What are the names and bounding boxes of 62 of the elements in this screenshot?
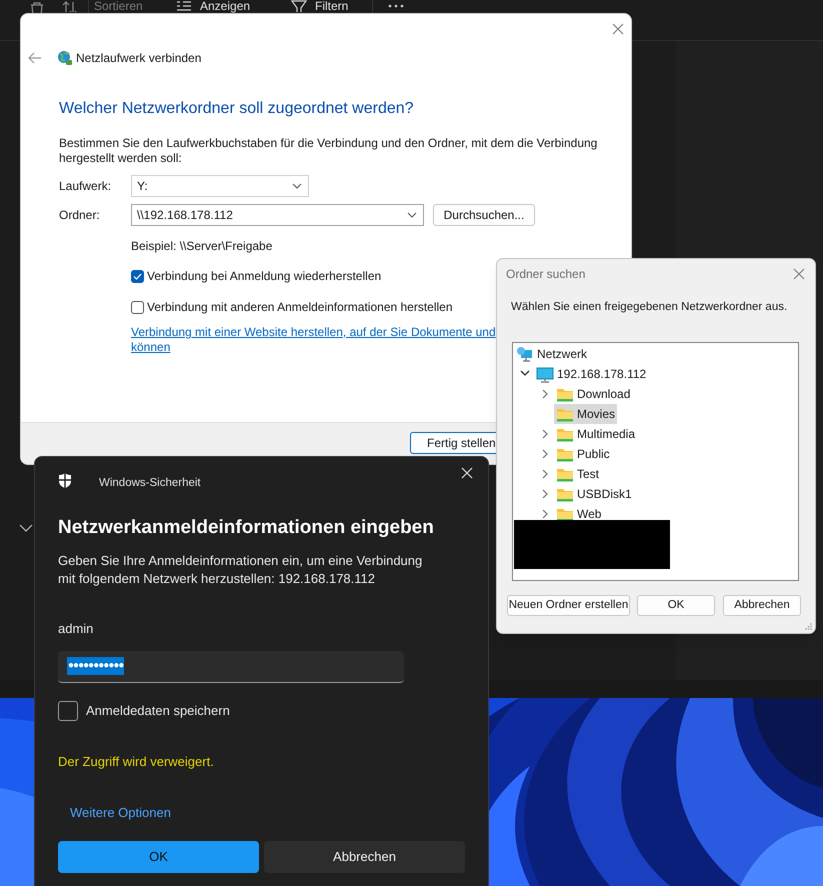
tree-item[interactable]: Download bbox=[554, 384, 632, 404]
ok-button[interactable]: OK bbox=[58, 840, 259, 872]
error-message: Der Zugriff wird verweigert. bbox=[58, 752, 215, 771]
dialog-heading: Welcher Netzwerkordner soll zugeordnet werden? bbox=[59, 99, 415, 119]
instruction-text: Wählen Sie einen freigegebenen Netzwerkordner aus. bbox=[511, 300, 788, 315]
chevron-right-icon[interactable] bbox=[540, 429, 550, 440]
globe-icon bbox=[57, 50, 73, 66]
tree-item[interactable]: Test bbox=[554, 464, 602, 484]
chevron-icon bbox=[292, 183, 302, 189]
instruction-text: Bestimmen Sie den Laufwerkbuchstaben für die Verbindung und den Ordner, mit dem die Verbindung hergestellt werden soll: bbox=[59, 136, 598, 166]
close-icon bbox=[793, 268, 805, 280]
chevron-right-icon[interactable] bbox=[540, 509, 550, 520]
instruction-text: Geben Sie Ihre Anmeldeinformationen ein, um eine Verbindung mit folgendem Netzwerk herzustellen: 192.168.178.112 bbox=[58, 552, 424, 588]
close-icon bbox=[461, 467, 473, 479]
network-icon bbox=[516, 346, 534, 363]
app-title: Windows-Sicherheit bbox=[99, 476, 201, 491]
dropdown[interactable]: Y: bbox=[131, 175, 309, 197]
password-field[interactable]: ●●●●●●●●●●● bbox=[58, 650, 404, 682]
chevron-right-icon[interactable] bbox=[540, 389, 550, 400]
check-icon bbox=[133, 272, 142, 280]
checkbox[interactable] bbox=[131, 270, 144, 282]
tree-item[interactable]: Netzwerk bbox=[514, 344, 590, 364]
tree-item[interactable]: Movies bbox=[554, 404, 618, 424]
cancel-button[interactable]: Abbrechen bbox=[264, 840, 465, 872]
example-text: Beispiel: \\Server\Freigabe bbox=[131, 238, 274, 255]
toolbar-button[interactable]: Filtern bbox=[315, 0, 348, 12]
close-icon bbox=[612, 23, 624, 35]
dialog-heading: Netzwerkanmeldeinformationen eingeben bbox=[58, 516, 435, 540]
chevron-icon bbox=[19, 524, 33, 532]
sort-icon bbox=[62, 0, 78, 12]
tree-item[interactable]: USBDisk1 bbox=[554, 484, 634, 504]
shield-icon bbox=[57, 472, 73, 489]
chevron-right-icon[interactable] bbox=[540, 449, 550, 460]
chevron-right-icon[interactable] bbox=[540, 489, 550, 500]
tree-item[interactable]: Multimedia bbox=[554, 424, 638, 444]
dialog-button[interactable]: OK bbox=[637, 595, 715, 616]
window-title: Netzlaufwerk verbinden bbox=[76, 50, 202, 67]
username-text: admin bbox=[58, 620, 94, 638]
computer-icon bbox=[536, 366, 554, 383]
toolbar-button[interactable]: Anzeigen bbox=[200, 0, 250, 12]
chevron-right-icon[interactable] bbox=[540, 469, 550, 480]
toolbar-button[interactable]: Sortieren bbox=[94, 0, 143, 12]
checkbox[interactable] bbox=[131, 300, 144, 314]
tree-item[interactable]: Public bbox=[554, 444, 612, 464]
browse-button[interactable]: Durchsuchen... bbox=[433, 204, 535, 226]
tree-item[interactable]: 192.168.178.112 bbox=[534, 364, 648, 384]
dropdown[interactable]: \\192.168.178.112 bbox=[131, 204, 424, 226]
resize-grip-icon bbox=[804, 622, 812, 630]
checkbox-label: Anmeldedaten speichern bbox=[86, 702, 230, 720]
dialog-button[interactable]: Abbrechen bbox=[723, 595, 801, 616]
checkbox-label: Verbindung mit anderen Anmeldeinformationen herstellen bbox=[147, 299, 453, 316]
dialog-button[interactable]: Neuen Ordner erstellen bbox=[507, 595, 630, 616]
field-label: Laufwerk: bbox=[59, 178, 112, 195]
tree-item[interactable]: Web bbox=[554, 504, 604, 524]
checkbox-label: Verbindung bei Anmeldung wiederherstellen bbox=[147, 268, 382, 285]
checkbox[interactable] bbox=[58, 700, 78, 720]
window-title: Ordner suchen bbox=[506, 266, 586, 283]
back-icon bbox=[28, 52, 42, 64]
more-options-link[interactable]: Weitere Optionen bbox=[70, 803, 171, 822]
view-icon bbox=[176, 0, 192, 12]
chevron-icon bbox=[407, 212, 417, 218]
field-label: Ordner: bbox=[59, 207, 101, 224]
